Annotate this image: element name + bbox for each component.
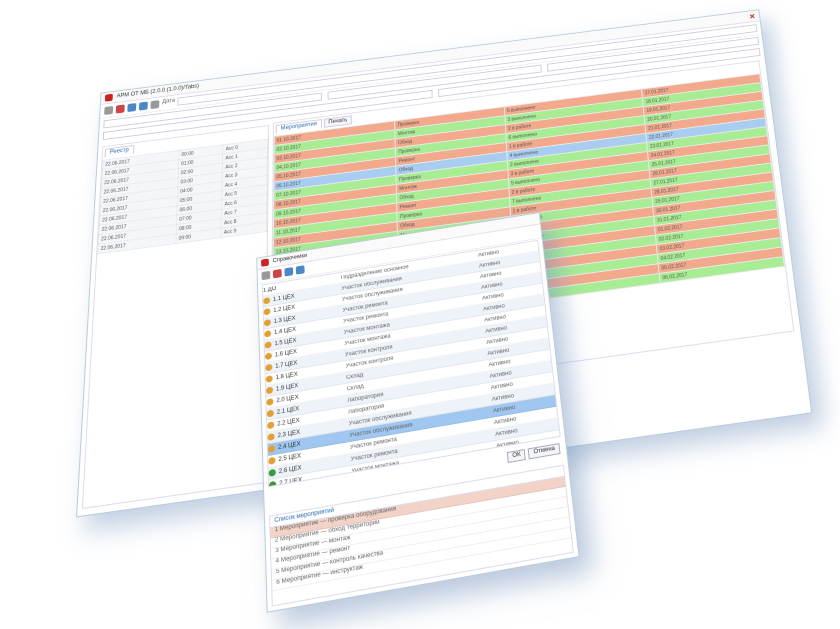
tree-node-code: 2.4 ЦЕХ — [277, 440, 301, 451]
close-icon[interactable]: ✕ — [749, 12, 756, 20]
tree-node-code: 2.1 ЦЕХ — [276, 405, 300, 416]
tree-node-code: 1.3 ЦЕХ — [273, 315, 296, 325]
folder-node-icon — [266, 398, 274, 406]
save-icon[interactable] — [104, 105, 114, 116]
folder-node-icon — [263, 297, 271, 305]
folder-node-icon — [267, 433, 275, 442]
folder-node-icon — [268, 456, 276, 465]
directory-window: Справочники 1 ДО Подразделение основное Ак… — [256, 212, 580, 613]
folder-node-icon — [264, 352, 273, 361]
directory-app-icon — [261, 258, 269, 267]
tree-node-code: 1.2 ЦЕХ — [273, 304, 296, 314]
tree-node-code: 1.9 ЦЕХ — [275, 382, 299, 393]
folder-node-icon — [267, 421, 275, 430]
tree-node-code: 1.4 ЦЕХ — [273, 326, 296, 336]
print-icon[interactable] — [150, 100, 160, 110]
folder-node-icon — [267, 444, 276, 453]
date-label: Дата — [162, 98, 176, 105]
tree-node-code: 2.5 ЦЕХ — [278, 452, 302, 463]
tree-node-code: 1.8 ЦЕХ — [275, 371, 298, 381]
add-icon[interactable] — [261, 270, 271, 281]
folder-node-icon — [266, 409, 274, 418]
app-icon — [104, 93, 113, 102]
remove-icon[interactable] — [272, 268, 282, 279]
folder-node-icon — [263, 307, 271, 316]
ok-button[interactable]: ОК — [507, 448, 527, 464]
folder-node-icon — [264, 330, 272, 338]
delete-icon[interactable] — [115, 104, 125, 114]
folder-node-icon — [263, 318, 271, 327]
cancel-button[interactable]: Отмена — [528, 443, 561, 460]
tree-node-code: 1 ДО — [262, 285, 277, 294]
folder-node-icon — [266, 386, 274, 395]
tree-node-code: 2.3 ЦЕХ — [277, 429, 301, 439]
green-node-icon — [268, 480, 277, 488]
tree-node-code: 2.6 ЦЕХ — [278, 464, 302, 475]
green-node-icon — [268, 468, 276, 477]
dialog-buttons: ОК Отмена — [507, 443, 561, 464]
folder-node-icon — [265, 363, 273, 372]
tree-node-code: 1.5 ЦЕХ — [274, 337, 297, 347]
tree-node-code: 2.7 ЦЕХ — [279, 476, 303, 487]
folder-node-icon — [265, 375, 273, 383]
tree-node-code: 2.2 ЦЕХ — [277, 417, 300, 428]
tree-node-code: 1.1 ЦЕХ — [272, 293, 295, 303]
search-icon[interactable] — [295, 265, 305, 275]
tree-node-code: 1.7 ЦЕХ — [275, 360, 298, 370]
events-list-panel: Список мероприятий 1 Мероприятие — прове… — [269, 464, 574, 607]
left-panel: Реестр 22.06.2017 00:00 Acc 0 22.06.2017 01:… — [81, 124, 270, 510]
refresh-icon[interactable] — [127, 103, 137, 113]
tree-node-code: 1.6 ЦЕХ — [274, 348, 297, 359]
edit-icon[interactable] — [284, 267, 294, 277]
folder-node-icon — [264, 341, 272, 349]
tree-node-code: 2.0 ЦЕХ — [276, 394, 299, 404]
filter-icon[interactable] — [138, 101, 148, 111]
